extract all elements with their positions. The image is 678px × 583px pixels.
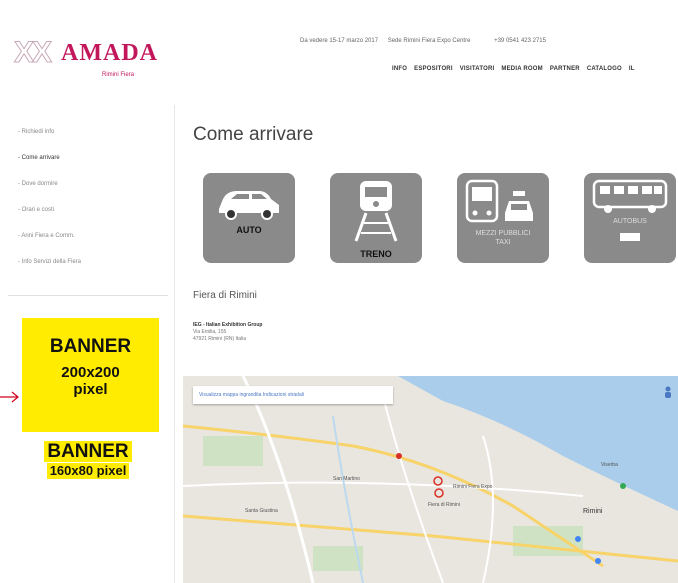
banner-big-size: 200x200 [61,364,120,381]
venue-title: Fiera di Rimini [193,290,257,301]
nav-item-catalogo[interactable]: CATALOGO [587,66,622,72]
logo-mark: XX [13,36,52,70]
banner-small-title: BANNER [44,441,132,462]
nav-item-partner[interactable]: PARTNER [550,66,580,72]
venue-street: Via Emilia, 155 [193,329,227,335]
sidebar-item-come-arrivare[interactable]: - Come arrivare [18,153,81,179]
map-label-rimini: Rimini [583,508,603,515]
phone-number[interactable]: +39 0541 423 2715 [494,38,546,44]
event-dates: Da vedere 15-17 marzo 2017 [300,38,379,44]
coach-icon [592,179,668,213]
main-nav: INFO ESPOSITORI VISITATORI MEDIA ROOM PA… [392,66,635,72]
venue-address: IEG - Italian Exhibition Group Via Emili… [193,322,262,343]
nav-item-more[interactable]: IL [629,66,635,72]
header: XX AMADA Rimini Fiera Da vedere 15-17 ma… [0,0,678,95]
bus-sign-icon [620,233,640,241]
map-label-santa-giustina: Santa Giustina [245,508,278,514]
tile-treno-label: TRENO [360,249,392,259]
tile-autobus-label: AUTOBUS [613,218,647,225]
train-icon [354,181,398,242]
banner-160x80[interactable]: BANNER 160x80 pixel [31,441,145,481]
banner-big-title: BANNER [49,336,132,357]
map-canvas [183,376,678,583]
top-info-bar: Da vedere 15-17 marzo 2017 Sede Rimini F… [300,38,554,44]
map[interactable]: Visualizza mappa ingrandita Indicazioni … [183,376,678,583]
arrow-right-icon [0,391,19,403]
tile-treno[interactable]: TRENO [330,173,422,263]
banner-small-size: 160x80 pixel [46,463,130,479]
sidebar-item-dove-dormire[interactable]: - Dove dormire [18,179,81,205]
tile-auto-label: AUTO [236,225,262,235]
venue-city: 47921 Rimini (RN) Italia [193,336,247,342]
nav-item-info[interactable]: INFO [392,66,407,72]
sidebar-item-richiedi-info[interactable]: - Richiedi info [18,127,81,153]
sidebar-item-anni-fiera[interactable]: - Anni Fiera e Comm. [18,231,81,257]
banner-200x200[interactable]: BANNER 200x200 pixel [22,318,159,432]
banner-big-unit: pixel [73,381,108,398]
nav-item-espositori[interactable]: ESPOSITORI [414,66,453,72]
map-label-fiera-rimini: Fiera di Rimini [428,502,460,508]
logo-subtitle: Rimini Fiera [102,72,135,78]
map-label-fiera-expo: Rimini Fiera Expo [453,484,493,490]
nav-item-media-room[interactable]: MEDIA ROOM [501,66,542,72]
tile-auto[interactable]: AUTO [203,173,295,263]
logo[interactable]: XX AMADA Rimini Fiera [13,30,164,82]
tile-autobus[interactable]: AUTOBUS [584,173,676,263]
sidebar-divider [8,295,168,296]
venue-name: IEG - Italian Exhibition Group [193,322,263,328]
page-title: Come arrivare [193,124,314,145]
map-label-viserba: Viserba [601,462,618,468]
event-venue: Sede Rimini Fiera Expo Centre [387,38,471,44]
tile-mezzi-label: MEZZI PUBBLICI TAXI [475,230,531,246]
tile-mezzi-pubblici[interactable]: MEZZI PUBBLICI TAXI [457,173,549,263]
sidebar-item-servizi[interactable]: - Info Servizi della Fiera [18,257,81,283]
logo-text: AMADA [61,40,158,66]
bus-taxi-icon [465,179,533,223]
sidebar-menu: - Richiedi info - Come arrivare - Dove d… [18,127,81,283]
car-icon [219,191,279,220]
nav-item-visitatori[interactable]: VISITATORI [460,66,495,72]
street-view-icon[interactable] [663,386,673,398]
transport-tiles: AUTO TRENO MEZZI PUBBLICI TAXI AUTOBUS [203,173,678,263]
map-toolbar[interactable]: Visualizza mappa ingrandita Indicazioni … [193,386,393,404]
map-label-san-martino: San Martino [333,476,360,482]
sidebar-item-orari[interactable]: - Orari e costi [18,205,81,231]
